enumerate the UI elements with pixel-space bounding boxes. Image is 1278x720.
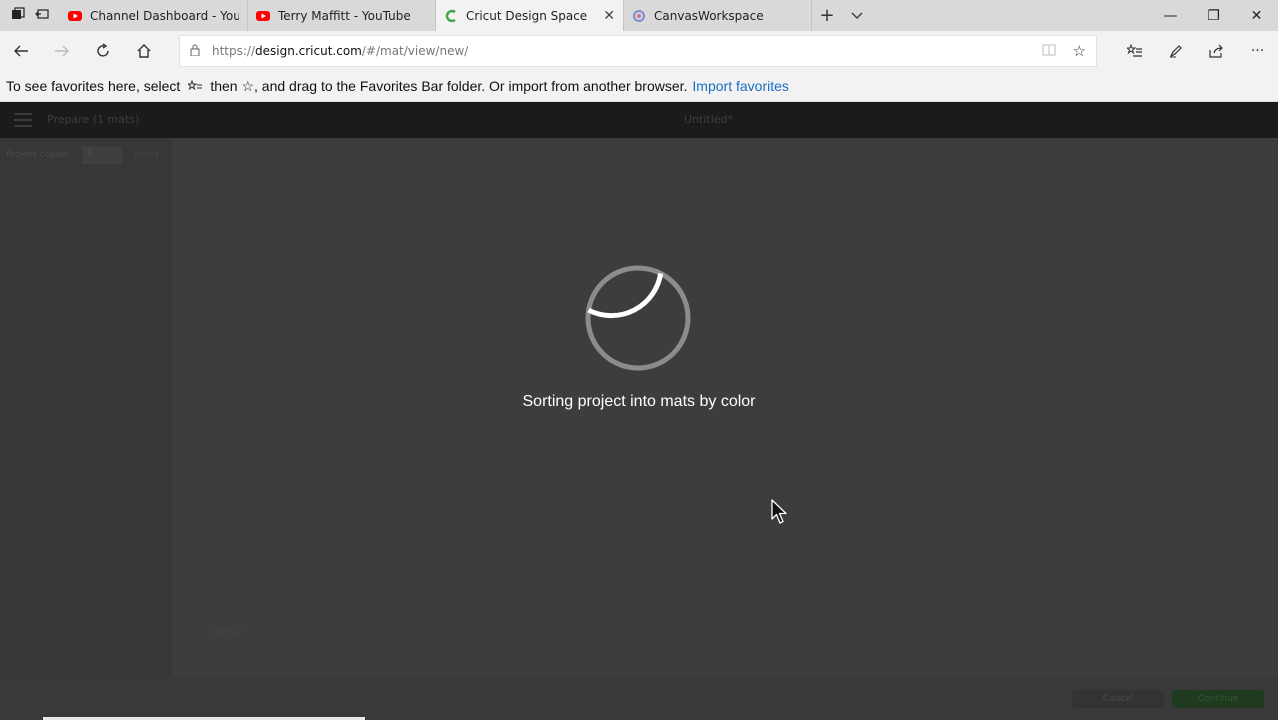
spinner-progress-arc <box>587 273 664 319</box>
share-icon[interactable] <box>1196 31 1237 71</box>
tab-title: Terry Maffitt - YouTube <box>278 8 411 23</box>
mouse-cursor-icon <box>771 499 787 524</box>
youtube-icon <box>68 9 82 23</box>
loading-message: Sorting project into mats by color <box>522 393 756 410</box>
mirror-toggle-label[interactable]: Mirror <box>212 628 241 639</box>
close-tab-icon[interactable]: ✕ <box>603 8 615 24</box>
prepare-title: Prepare (1 mats) <box>47 113 140 126</box>
url-host: design.cricut.com <box>255 44 362 58</box>
app-footer: Cancel Continue <box>0 678 1278 720</box>
favorites-hint-prefix: To see favorites here, select <box>6 78 181 94</box>
window-controls: — ❐ ✕ <box>1149 0 1278 31</box>
tab-title: Channel Dashboard - YouTu <box>90 8 239 23</box>
browser-tools: ··· <box>1114 31 1278 71</box>
tab-title: Cricut Design Space <box>466 8 588 23</box>
close-window-icon[interactable]: ✕ <box>1235 0 1278 31</box>
lock-icon <box>190 44 200 59</box>
hamburger-menu-icon[interactable] <box>14 113 32 127</box>
refresh-icon[interactable] <box>82 31 123 71</box>
document-title: Untitled* <box>684 113 734 126</box>
tab-canvasworkspace[interactable]: CanvasWorkspace <box>624 0 812 31</box>
favorites-hub-icon <box>188 80 203 92</box>
more-icon[interactable]: ··· <box>1237 31 1278 71</box>
cancel-button[interactable]: Cancel <box>1072 690 1164 708</box>
tab-terry-maffitt[interactable]: Terry Maffitt - YouTube <box>248 0 436 31</box>
tab-title: CanvasWorkspace <box>654 8 764 23</box>
project-copies-label: Project copies <box>6 150 69 160</box>
url-field[interactable]: https://design.cricut.com/#/mat/view/new… <box>179 35 1097 67</box>
browser-tab-bar: Channel Dashboard - YouTu Terry Maffitt … <box>0 0 1278 31</box>
tab-tools <box>0 0 60 31</box>
tab-channel-dashboard[interactable]: Channel Dashboard - YouTu <box>60 0 248 31</box>
forward-icon[interactable] <box>41 31 82 71</box>
continue-button[interactable]: Continue <box>1172 690 1264 708</box>
address-toolbar: https://design.cricut.com/#/mat/view/new… <box>0 31 1278 71</box>
favorites-bar: To see favorites here, select then ☆, an… <box>0 71 1278 102</box>
web-notes-icon[interactable] <box>1155 31 1196 71</box>
cricut-icon <box>444 9 458 23</box>
home-icon[interactable] <box>123 31 164 71</box>
url-scheme: https:// <box>212 44 256 58</box>
project-copies-input[interactable]: 1 <box>82 146 122 164</box>
spinner-track <box>585 265 691 371</box>
tab-preview-icon[interactable] <box>11 6 25 25</box>
restore-icon[interactable]: ❐ <box>1192 0 1235 31</box>
favorites-hub-icon[interactable] <box>1114 31 1155 71</box>
apply-button[interactable]: Apply <box>134 150 159 160</box>
tab-cricut-design-space[interactable]: Cricut Design Space ✕ <box>436 0 624 31</box>
loading-spinner <box>585 265 691 371</box>
favorites-hint-rest: then ☆, and drag to the Favorites Bar fo… <box>210 77 688 94</box>
back-icon[interactable] <box>0 31 41 71</box>
import-favorites-link[interactable]: Import favorites <box>692 78 788 94</box>
app-header: Prepare (1 mats) Untitled* <box>0 102 1278 138</box>
set-tabs-aside-icon[interactable] <box>35 6 49 25</box>
chevron-down-icon[interactable] <box>842 0 872 31</box>
reading-view-icon[interactable] <box>1042 44 1056 59</box>
new-tab-icon[interactable]: + <box>812 0 842 31</box>
url-path: /#/mat/view/new/ <box>361 44 469 58</box>
minimize-icon[interactable]: — <box>1149 0 1192 31</box>
canvasworkspace-icon <box>632 9 646 23</box>
youtube-icon <box>256 9 270 23</box>
favorite-star-icon[interactable]: ☆ <box>1073 42 1086 60</box>
